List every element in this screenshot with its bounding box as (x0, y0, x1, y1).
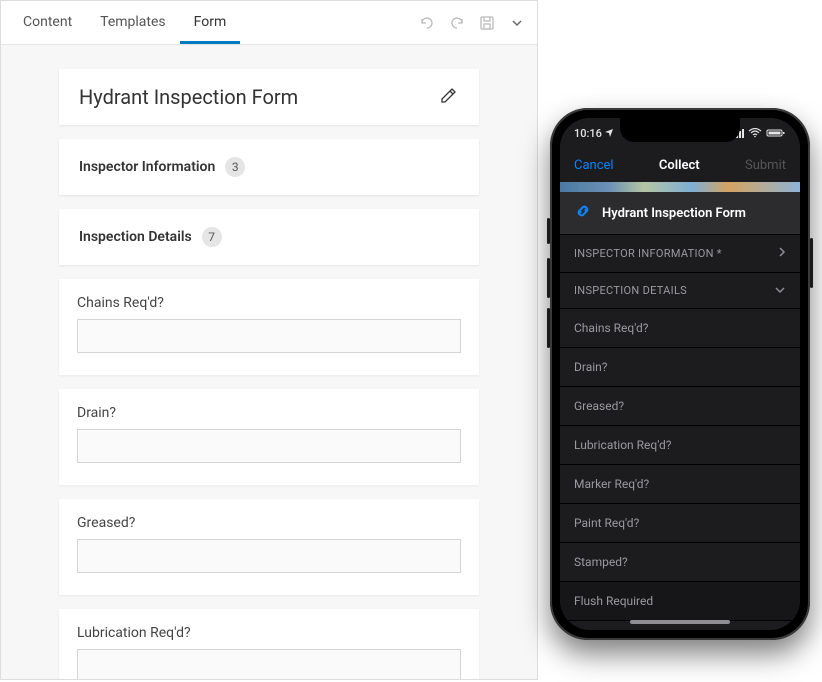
phone-field-chains[interactable]: Chains Req'd? (560, 309, 800, 348)
field-lubrication[interactable]: Lubrication Req'd? (59, 609, 479, 679)
battery-icon (766, 128, 786, 138)
chevron-down-icon (774, 284, 786, 297)
tab-form[interactable]: Form (180, 2, 241, 44)
field-label: Drain? (77, 405, 461, 421)
status-indicators (733, 128, 786, 138)
field-input[interactable] (77, 429, 461, 463)
section-label: Inspector Information (79, 159, 215, 175)
tabs: Content Templates Form (9, 2, 240, 44)
section-inspector-info[interactable]: Inspector Information 3 (59, 139, 479, 195)
field-label: Lubrication Req'd? (77, 625, 461, 641)
field-input[interactable] (77, 539, 461, 573)
field-chains[interactable]: Chains Req'd? (59, 279, 479, 375)
tab-content[interactable]: Content (9, 2, 86, 44)
tabs-bar: Content Templates Form (1, 1, 537, 45)
field-input[interactable] (77, 649, 461, 679)
phone-field-paint[interactable]: Paint Req'd? (560, 504, 800, 543)
field-drain[interactable]: Drain? (59, 389, 479, 485)
nav-submit[interactable]: Submit (745, 158, 786, 173)
fields: Chains Req'd? Drain? Greased? Lubricatio… (59, 279, 479, 679)
location-icon (604, 128, 614, 138)
time-text: 10:16 (574, 127, 602, 140)
phone-field-marker[interactable]: Marker Req'd? (560, 465, 800, 504)
phone-notch (620, 118, 740, 142)
tab-templates[interactable]: Templates (86, 2, 180, 44)
save-icon[interactable] (479, 15, 495, 31)
phone-nav-bar: Cancel Collect Submit (560, 148, 800, 182)
phone-section-inspector[interactable]: INSPECTOR INFORMATION * (560, 235, 800, 273)
phone-section-details[interactable]: INSPECTION DETAILS (560, 273, 800, 309)
phone-mockup: 10:16 Cancel Collect Submit Hydrant Insp… (550, 108, 810, 640)
phone-button (547, 258, 550, 298)
status-time: 10:16 (574, 127, 614, 140)
chevron-down-icon[interactable] (509, 15, 525, 31)
form-title: Hydrant Inspection Form (79, 85, 298, 109)
section-label: INSPECTOR INFORMATION * (574, 247, 722, 260)
field-input[interactable] (77, 319, 461, 353)
phone-field-lubrication[interactable]: Lubrication Req'd? (560, 426, 800, 465)
form-body: Hydrant Inspection Form Inspector Inform… (1, 45, 537, 679)
count-badge: 7 (202, 227, 222, 247)
phone-field-flush[interactable]: Flush Required (560, 582, 800, 621)
field-label: Greased? (77, 515, 461, 531)
nav-title: Collect (614, 158, 745, 173)
link-icon (574, 202, 592, 224)
count-badge: 3 (225, 157, 245, 177)
field-greased[interactable]: Greased? (59, 499, 479, 595)
chevron-right-icon (778, 246, 786, 261)
redo-icon[interactable] (449, 15, 465, 31)
phone-field-drain[interactable]: Drain? (560, 348, 800, 387)
section-label: INSPECTION DETAILS (574, 284, 687, 297)
phone-screen: 10:16 Cancel Collect Submit Hydrant Insp… (560, 118, 800, 630)
section-inspection-details[interactable]: Inspection Details 7 (59, 209, 479, 265)
phone-button (547, 218, 550, 244)
phone-form-title: Hydrant Inspection Form (602, 206, 746, 221)
phone-form-header: Hydrant Inspection Form (560, 192, 800, 235)
phone-field-greased[interactable]: Greased? (560, 387, 800, 426)
pencil-icon[interactable] (439, 85, 459, 109)
field-label: Chains Req'd? (77, 295, 461, 311)
map-preview (560, 182, 800, 192)
section-label: Inspection Details (79, 229, 192, 245)
undo-icon[interactable] (419, 15, 435, 31)
phone-button (547, 308, 550, 348)
home-indicator (630, 620, 730, 624)
phone-button (810, 238, 813, 288)
nav-cancel[interactable]: Cancel (574, 158, 614, 173)
toolbar (419, 15, 529, 31)
wifi-icon (748, 128, 762, 138)
form-title-card[interactable]: Hydrant Inspection Form (59, 69, 479, 125)
phone-field-stamped[interactable]: Stamped? (560, 543, 800, 582)
form-editor-panel: Content Templates Form Hydrant Inspectio… (0, 0, 538, 680)
